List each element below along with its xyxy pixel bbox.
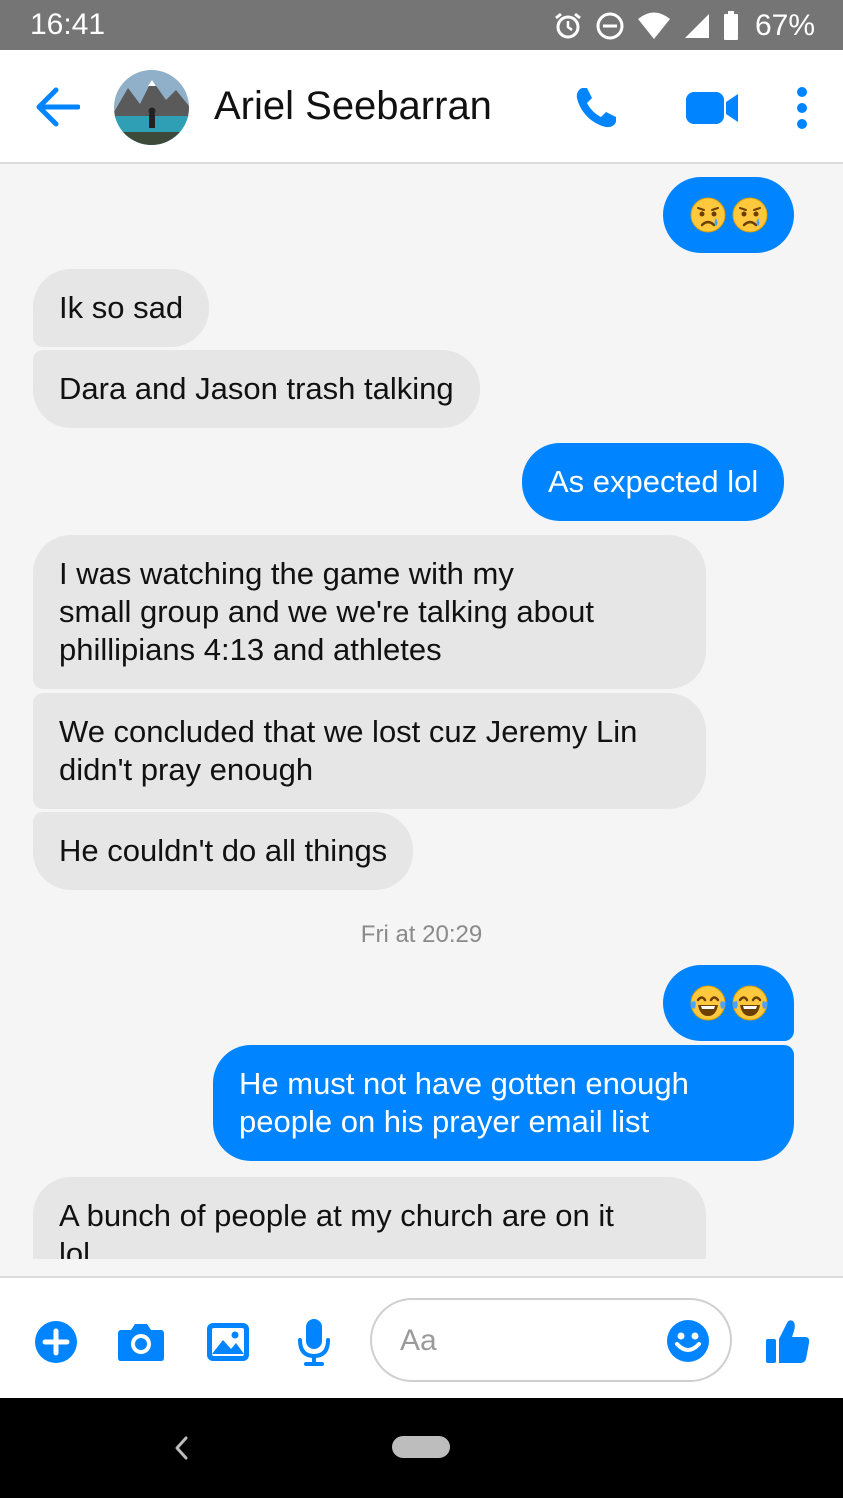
more-actions-button[interactable]	[32, 1318, 80, 1366]
microphone-icon	[298, 1319, 330, 1366]
message-text-line: lol	[59, 1236, 91, 1259]
video-camera-icon	[686, 92, 738, 124]
camera-button[interactable]	[117, 1318, 165, 1366]
incoming-message[interactable]: Dara and Jason trash talking	[33, 350, 480, 428]
message-text-line: We concluded that we lost cuz Jeremy Lin	[59, 714, 638, 749]
crying-face-icon	[732, 197, 767, 233]
home-pill-button[interactable]	[392, 1436, 450, 1458]
back-button[interactable]	[30, 80, 84, 134]
video-call-button[interactable]	[684, 84, 742, 132]
message-text: As expected lol	[548, 464, 759, 499]
outgoing-message[interactable]	[663, 177, 794, 253]
message-input-box[interactable]	[370, 1298, 732, 1382]
voice-message-button[interactable]	[290, 1318, 338, 1366]
battery-icon	[723, 11, 738, 40]
thumbs-up-icon	[766, 1320, 810, 1363]
tears-of-joy-icon	[690, 985, 725, 1021]
conversation-header: Ariel Seebarran	[0, 50, 843, 164]
message-text-line: A bunch of people at my church are on it	[59, 1198, 614, 1233]
message-text-line: small group and we we're talking about	[59, 594, 594, 629]
camera-icon	[118, 1324, 164, 1361]
like-button[interactable]	[764, 1318, 812, 1366]
incoming-message[interactable]: I was watching the game with my small gr…	[33, 535, 706, 689]
avatar[interactable]	[114, 70, 189, 145]
avatar-landscape-image	[114, 70, 189, 145]
voice-call-button[interactable]	[570, 82, 622, 134]
contact-name[interactable]: Ariel Seebarran	[214, 84, 492, 129]
do-not-disturb-icon	[596, 12, 624, 40]
message-text-line: He must not have gotten enough	[239, 1066, 689, 1101]
outgoing-message[interactable]: He must not have gotten enough people on…	[213, 1045, 794, 1161]
message-text: Ik so sad	[59, 290, 184, 325]
crying-face-icon	[690, 197, 725, 233]
outgoing-message[interactable]	[663, 965, 794, 1041]
emoji-button[interactable]	[666, 1319, 710, 1363]
plus-icon	[35, 1321, 77, 1363]
tears-of-joy-icon	[732, 985, 767, 1021]
signal-icon	[684, 14, 709, 38]
emoji-row	[689, 196, 769, 234]
status-icons: 67%	[553, 8, 815, 44]
message-timestamp: Fri at 20:29	[360, 921, 483, 948]
message-text-line: people on his prayer email list	[239, 1104, 650, 1139]
incoming-message[interactable]: A bunch of people at my church are on it…	[33, 1177, 706, 1259]
wifi-icon	[637, 12, 670, 39]
status-time: 16:41	[30, 8, 106, 41]
message-composer	[0, 1276, 843, 1398]
incoming-message[interactable]: He couldn't do all things	[33, 812, 414, 890]
image-icon	[207, 1323, 249, 1361]
emoji-icon	[667, 1320, 709, 1362]
message-thread[interactable]: Ik so sad Dara and Jason trash talking A…	[0, 166, 843, 1259]
emoji-row	[689, 984, 769, 1022]
alarm-icon	[555, 12, 581, 39]
incoming-message[interactable]: We concluded that we lost cuz Jeremy Lin…	[33, 693, 706, 809]
system-back-icon[interactable]	[168, 1432, 196, 1464]
incoming-message[interactable]: Ik so sad	[33, 269, 210, 347]
battery-percentage: 67%	[754, 9, 815, 42]
back-arrow-icon	[36, 87, 80, 127]
message-text: Dara and Jason trash talking	[59, 371, 454, 406]
more-options-button[interactable]	[788, 82, 816, 134]
message-input[interactable]	[400, 1320, 670, 1362]
gallery-button[interactable]	[204, 1318, 252, 1366]
system-navigation-bar	[0, 1398, 843, 1498]
message-text: He couldn't do all things	[59, 833, 388, 868]
phone-icon	[576, 88, 616, 128]
more-vertical-icon	[797, 87, 807, 129]
outgoing-message[interactable]: As expected lol	[522, 443, 785, 521]
message-text-line: didn't pray enough	[59, 752, 314, 787]
message-text-line: phillipians 4:13 and athletes	[59, 632, 442, 667]
message-text-line: I was watching the game with my	[59, 556, 514, 591]
status-bar: 16:41 67%	[0, 0, 843, 50]
